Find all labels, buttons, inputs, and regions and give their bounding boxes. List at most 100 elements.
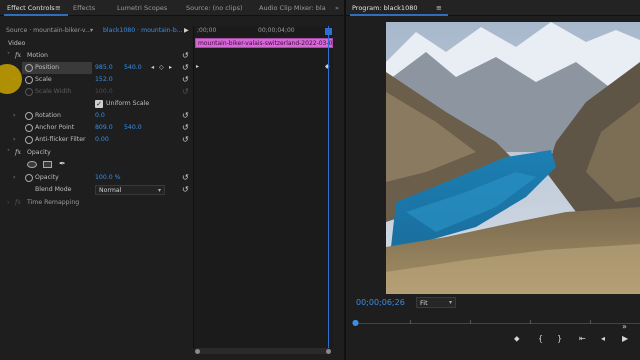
fit-value: Fit [420,299,428,307]
overflow-icon[interactable]: » [335,4,339,12]
timeline-scrollbar[interactable] [195,348,331,354]
sequence-clip-select[interactable]: black1080 · mountain-b... [103,27,183,34]
ruler-tick [530,320,531,324]
ellipse-mask-icon[interactable] [27,161,37,168]
program-time-ruler[interactable]: ● [350,318,640,328]
video-section-header: Video [0,38,192,50]
stopwatch-icon[interactable] [25,174,33,182]
reset-icon[interactable]: ↺ [182,75,189,84]
fx-icon[interactable]: fx [15,148,21,156]
blend-mode-row[interactable]: Blend Mode Normal ▾ ↺ [0,184,192,196]
scroll-handle-left[interactable] [195,349,200,354]
stopwatch-icon[interactable] [25,76,33,84]
program-title-tab[interactable]: Program: black1080 [352,4,417,12]
opacity-row[interactable]: › Opacity 100.0 % ↺ [0,172,192,184]
blend-mode-select[interactable]: Normal ▾ [95,185,165,195]
stopwatch-icon[interactable] [25,64,33,72]
rotation-row[interactable]: › Rotation 0.0 ↺ [0,110,192,122]
blend-mode-value: Normal [99,187,122,194]
tab-lumetri-scopes[interactable]: Lumetri Scopes [117,4,167,12]
go-to-in-icon[interactable]: ⇤ [579,334,586,343]
panel-menu-icon[interactable]: ≡ [55,4,61,12]
play-icon[interactable]: ▶ [184,27,189,34]
program-playhead-icon[interactable]: ● [352,318,359,327]
step-back-icon[interactable]: ◂ [601,334,605,343]
anti-flicker-row[interactable]: › Anti-flicker Filter 0.00 ↺ [0,134,192,146]
effect-controls-timeline[interactable]: ;00;00 00;00;04;00 ▸ ◆ [193,26,333,348]
anti-flicker-value[interactable]: 0.00 [95,136,109,143]
opacity-effect-row[interactable]: ˅ fx Opacity [0,147,192,159]
scale-value[interactable]: 152.0 [95,76,113,83]
ruler-start-time: ;00;00 [197,27,217,34]
mask-tools-row: ✒ [0,159,192,171]
position-y-value[interactable]: 540.0 [124,64,142,71]
program-settings-icon[interactable]: » [622,322,627,331]
tab-effects[interactable]: Effects [73,4,95,12]
next-keyframe-icon[interactable]: ▸ [169,64,172,71]
expand-chevron-icon[interactable]: › [7,199,9,206]
rotation-value[interactable]: 0.0 [95,112,105,119]
panel-menu-icon[interactable]: ≡ [436,4,442,12]
mark-out-icon[interactable]: } [557,334,562,343]
pen-tool-icon[interactable]: ✒ [59,159,66,168]
keyframe-nav-icon[interactable]: ▸ [196,63,199,70]
anchor-x-value[interactable]: 809.0 [95,124,113,131]
expand-chevron-icon[interactable]: › [13,136,15,143]
clip-name: mountain-biker-valais-switzerland-2022-0… [198,40,337,47]
reset-icon[interactable]: ↺ [182,51,189,60]
time-remapping-row[interactable]: › fx Time Remapping [0,197,192,209]
expand-chevron-icon[interactable]: › [13,174,15,181]
reset-icon[interactable]: ↺ [182,123,189,132]
expand-chevron-icon[interactable]: ˅ [7,52,10,59]
clip-bar[interactable]: mountain-biker-valais-switzerland-2022-0… [195,38,337,48]
scroll-handle-right[interactable] [326,349,331,354]
chevron-down-icon: ▾ [448,299,452,306]
reset-icon[interactable]: ↺ [182,111,189,120]
opacity-value[interactable]: 100.0 % [95,174,121,181]
chevron-down-icon[interactable]: ▾ [90,27,93,34]
ruler-track [356,323,640,324]
stopwatch-icon[interactable] [25,112,33,120]
ruler-tick [410,320,411,324]
anchor-point-label: Anchor Point [35,124,75,131]
tab-effect-controls[interactable]: Effect Controls [7,4,55,12]
play-button-icon[interactable]: ▶ [622,334,628,343]
mark-in-icon[interactable]: { [538,334,543,343]
rectangle-mask-icon[interactable] [43,161,52,168]
anchor-y-value[interactable]: 540.0 [124,124,142,131]
stopwatch-icon[interactable] [25,136,33,144]
reset-icon[interactable]: ↺ [182,135,189,144]
position-row[interactable]: › Position 985.0 540.0 ◂ ◇ ▸ ↺ [0,62,192,74]
rotation-label: Rotation [35,112,61,119]
add-marker-icon[interactable]: ⬥ [514,334,520,344]
reset-icon[interactable]: ↺ [182,173,189,182]
active-tab-indicator [350,14,448,16]
position-x-value[interactable]: 985.0 [95,64,113,71]
prev-keyframe-icon[interactable]: ◂ [151,64,154,71]
program-viewer-frame[interactable] [386,22,640,294]
reset-icon[interactable]: ↺ [182,185,189,194]
blend-mode-label: Blend Mode [35,186,72,193]
reset-icon[interactable]: ↺ [182,63,189,72]
playhead-line[interactable] [328,26,329,348]
uniform-scale-row[interactable]: ✓ Uniform Scale [0,98,192,110]
fx-icon[interactable]: fx [15,51,21,59]
opacity-label: Opacity [35,174,59,181]
position-label: Position [35,64,60,71]
program-timecode[interactable]: 00;00;06;26 [356,298,405,307]
motion-effect-row[interactable]: ˅ fx Motion ↺ [0,50,192,62]
anti-flicker-label: Anti-flicker Filter [35,136,86,143]
zoom-fit-select[interactable]: Fit ▾ [416,297,456,308]
anchor-point-row[interactable]: Anchor Point 809.0 540.0 ↺ [0,122,192,134]
ruler-tick [590,320,591,324]
scale-width-row: › Scale Width 100.0 ↺ [0,86,192,98]
stopwatch-icon[interactable] [25,124,33,132]
tab-audio-clip-mixer[interactable]: Audio Clip Mixer: bla [259,4,326,12]
add-keyframe-icon[interactable]: ◇ [159,64,164,71]
expand-chevron-icon[interactable]: › [13,112,15,119]
tab-source[interactable]: Source: (no clips) [186,4,243,12]
source-clip-select[interactable]: Source · mountain-biker-v... [6,27,91,34]
expand-chevron-icon[interactable]: ˅ [7,149,10,156]
scale-row[interactable]: › Scale 152.0 ↺ [0,74,192,86]
uniform-scale-checkbox[interactable]: ✓ [95,100,103,108]
